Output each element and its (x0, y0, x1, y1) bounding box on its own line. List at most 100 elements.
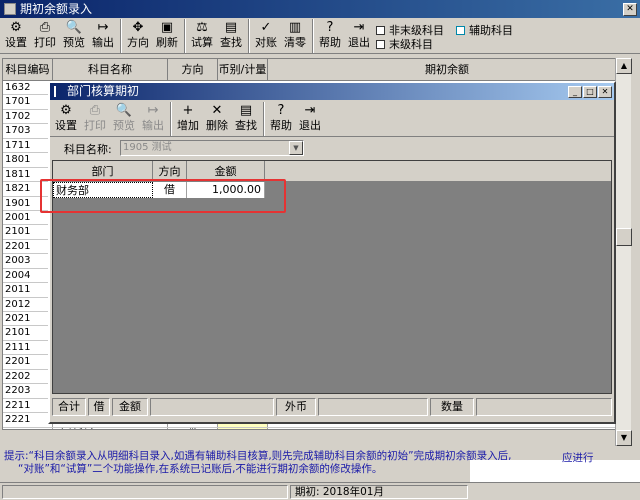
trial-balance-button[interactable]: ⚖ 试算 (188, 19, 216, 53)
find-button[interactable]: ▤ 查找 (217, 19, 245, 53)
code-cell[interactable]: 2201 (3, 239, 53, 254)
dlg-print-button[interactable]: ⎙ 打印 (81, 102, 109, 136)
dlg-setup-button[interactable]: ⚙ 设置 (52, 102, 80, 136)
table-row[interactable]: 财务部 借 1,000.00 (53, 182, 265, 198)
col-header-currency[interactable]: 币别/计量 (218, 59, 268, 81)
dlg-col-header-amount[interactable]: 金额 (187, 161, 265, 182)
code-cell[interactable]: 1632 (3, 81, 53, 95)
code-cell[interactable]: 1702 (3, 109, 53, 124)
print-button[interactable]: ⎙ 打印 (31, 19, 59, 53)
window-close-button[interactable]: ✕ (623, 2, 637, 16)
exit-button[interactable]: ⇥ 退出 (345, 19, 373, 53)
chevron-down-icon[interactable]: ▼ (289, 141, 303, 155)
amount-cell[interactable]: 1,000.00 (187, 182, 265, 198)
dlg-find-button[interactable]: ▤ 查找 (232, 102, 260, 136)
find-label: 查找 (220, 36, 242, 49)
col-header-name[interactable]: 科目名称 (53, 59, 168, 81)
setup-icon: ⚙ (10, 20, 22, 35)
dlg-help-button[interactable]: ? 帮助 (267, 102, 295, 136)
dept-cell[interactable]: 财务部 (53, 182, 153, 198)
department-grid[interactable]: 部门 方向 金额 财务部 借 1,000.00 (52, 160, 612, 394)
window-title: 期初余额录入 (20, 2, 93, 16)
clear-button[interactable]: ▥ 清零 (281, 19, 309, 53)
legend-leaf: 末级科目 (376, 36, 433, 52)
code-cell[interactable]: 2021 (3, 312, 53, 326)
direction-cell[interactable]: 贷 (168, 427, 218, 429)
preview-icon: 🔍 (115, 103, 133, 118)
code-cell[interactable]: 1811 (3, 167, 53, 182)
refresh-button[interactable]: ▣ 刷新 (153, 19, 181, 53)
legend-box-icon (376, 25, 385, 35)
code-cell[interactable]: 1801 (3, 153, 53, 167)
reconcile-icon: ✓ (260, 20, 272, 35)
hint-trailing: 应进行 (562, 452, 594, 464)
print-label: 打印 (34, 36, 56, 49)
dlg-col-header-dept[interactable]: 部门 (53, 161, 153, 182)
code-cell[interactable]: 2203 (3, 384, 53, 398)
code-cell[interactable]: 2012 (3, 297, 53, 311)
dialog-title-bar: 部门核算期初 _ □ ✕ (50, 83, 614, 100)
legend-aux: 辅助科目 (456, 22, 513, 38)
export-button[interactable]: ↦ 输出 (89, 19, 117, 53)
preview-button[interactable]: 🔍 预览 (60, 19, 88, 53)
subject-select[interactable]: 1905 测试 ▼ (120, 140, 304, 156)
status-bar: 期初: 2018年01月 (0, 482, 640, 500)
code-cell[interactable]: 2011 (3, 283, 53, 297)
code-cell[interactable]: 2201 (3, 355, 53, 369)
minimize-button[interactable]: _ (568, 85, 582, 98)
code-cell[interactable]: 2003 (3, 254, 53, 268)
setup-button[interactable]: ⚙ 设置 (2, 19, 30, 53)
code-cell[interactable]: 1701 (3, 95, 53, 109)
help-button[interactable]: ? 帮助 (316, 19, 344, 53)
dialog-title: 部门核算期初 (67, 84, 140, 98)
toolbar-separator (248, 19, 250, 53)
clear-label: 清零 (284, 36, 306, 49)
dlg-add-label: 增加 (177, 119, 199, 132)
code-cell[interactable]: 2211 (3, 398, 53, 413)
scroll-down-button[interactable]: ▼ (616, 430, 632, 446)
currency-cell[interactable] (218, 427, 268, 429)
dlg-preview-label: 预览 (113, 119, 135, 132)
code-cell[interactable]: 2231 (3, 427, 53, 429)
dlg-add-button[interactable]: + 增加 (174, 102, 202, 136)
dialog-close-button[interactable]: ✕ (598, 85, 612, 98)
toolbar-separator (170, 102, 172, 136)
code-cell[interactable]: 2202 (3, 369, 53, 384)
code-cell[interactable]: 2101 (3, 326, 53, 340)
code-cell[interactable]: 2221 (3, 413, 53, 427)
dlg-find-label: 查找 (235, 119, 257, 132)
clear-icon: ▥ (288, 20, 302, 35)
code-cell[interactable]: 1821 (3, 182, 53, 196)
scroll-thumb[interactable] (616, 228, 632, 246)
direction-button[interactable]: ✥ 方向 (124, 19, 152, 53)
foreign-value (318, 398, 428, 416)
toolbar-separator (120, 19, 122, 53)
code-cell[interactable]: 2111 (3, 340, 53, 355)
dlg-delete-button[interactable]: ✕ 删除 (203, 102, 231, 136)
vertical-scrollbar[interactable]: ▲ ▼ (615, 58, 632, 446)
code-cell[interactable]: 2101 (3, 225, 53, 239)
col-header-code[interactable]: 科目编码 (3, 59, 53, 81)
col-header-direction[interactable]: 方向 (168, 59, 218, 81)
table-row[interactable]: 2231应付利息贷 (3, 427, 625, 429)
name-cell[interactable]: 应付利息 (53, 427, 168, 429)
direction-cell[interactable]: 借 (153, 182, 187, 198)
reconcile-button[interactable]: ✓ 对账 (252, 19, 280, 53)
code-cell[interactable]: 1901 (3, 196, 53, 210)
dlg-col-header-extra[interactable] (265, 161, 611, 182)
dlg-preview-button[interactable]: 🔍 预览 (110, 102, 138, 136)
dlg-exit-label: 退出 (299, 119, 321, 132)
dlg-col-header-direction[interactable]: 方向 (153, 161, 187, 182)
foreign-label: 外币 (276, 398, 316, 416)
code-cell[interactable]: 1703 (3, 124, 53, 138)
code-cell[interactable]: 2001 (3, 210, 53, 225)
maximize-button[interactable]: □ (583, 85, 597, 98)
dlg-exit-button[interactable]: ⇥ 退出 (296, 102, 324, 136)
dlg-export-button[interactable]: ↦ 输出 (139, 102, 167, 136)
code-cell[interactable]: 2004 (3, 268, 53, 283)
scroll-up-button[interactable]: ▲ (616, 58, 632, 74)
code-cell[interactable]: 1711 (3, 138, 53, 153)
subject-field-row: 科目名称: 1905 测试 ▼ (50, 136, 614, 158)
col-header-opening-balance[interactable]: 期初余额 (268, 59, 625, 81)
main-toolbar: ⚙ 设置 ⎙ 打印 🔍 预览 ↦ 输出 ✥ 方向 ▣ 刷新 ⚖ 试算 ▤ 查找 ✓ 对账 ▥ 清零? 帮助 ⇥ 退出 (0, 18, 640, 54)
